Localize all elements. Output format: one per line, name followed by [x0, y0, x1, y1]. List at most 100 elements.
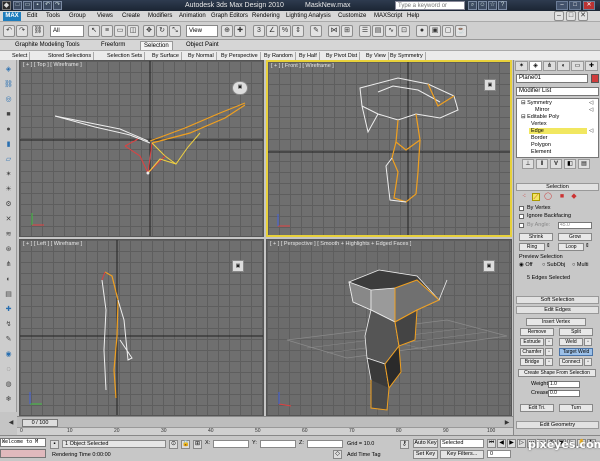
layer-manager-icon[interactable]: ☰ [359, 25, 371, 37]
vertex-mode-icon[interactable]: ⁖ [520, 193, 528, 201]
schematic-view-icon[interactable]: ⊡ [398, 25, 410, 37]
light-bulb-icon[interactable]: ◁ [589, 107, 593, 113]
key-filters-button[interactable]: Key Filters... [440, 450, 484, 459]
scale-icon[interactable]: ⤡ [169, 25, 181, 37]
named-selection-icon[interactable]: ✎ [310, 25, 322, 37]
isolate-selection-icon[interactable]: ⊙ [169, 440, 178, 449]
selection-filter-dropdown[interactable]: All [50, 25, 84, 37]
sphere-icon[interactable]: ● [3, 124, 14, 135]
window-crossing-icon[interactable]: ◫ [127, 25, 139, 37]
x-coordinate-field[interactable] [213, 440, 249, 448]
connect-button[interactable]: Connect [559, 358, 583, 366]
display-tab-icon[interactable]: ▭ [571, 61, 584, 71]
time-tag-icon[interactable]: ◇ [333, 450, 342, 459]
ribbon-by-surface[interactable]: By Surface [150, 52, 182, 60]
stack-item-border[interactable]: Border [531, 135, 548, 141]
stack-item-polygon[interactable]: Polygon [531, 142, 551, 148]
link-icon[interactable]: ⛓ [3, 79, 14, 90]
ribbon-select[interactable]: Select [10, 52, 31, 60]
target-weld-button[interactable]: Target Weld [559, 348, 593, 356]
object-name-field[interactable]: Plane01 [516, 74, 588, 83]
ribbon-by-view[interactable]: By View [364, 52, 389, 60]
remove-modifier-icon[interactable]: ◧ [564, 159, 576, 169]
ribbon-by-symmetry[interactable]: By Symmetry [388, 52, 426, 60]
app-menu-icon[interactable]: ◆ [2, 1, 11, 10]
snap-toggle-icon[interactable]: 3 [253, 25, 265, 37]
select-object-icon[interactable]: ↖ [88, 25, 100, 37]
render-setup-icon[interactable]: ▣ [429, 25, 441, 37]
percent-snap-icon[interactable]: % [279, 25, 291, 37]
menu-maxscript[interactable]: MAXScript [374, 13, 402, 19]
ribbon-by-pivot-dist[interactable]: By Pivot Dist [324, 52, 361, 60]
plane-icon[interactable]: ▱ [3, 154, 14, 165]
bind-icon[interactable]: ◎ [3, 94, 14, 105]
align-icon[interactable]: ⊞ [341, 25, 353, 37]
stack-item-edge[interactable]: Edge [529, 128, 587, 134]
camera-icon[interactable]: ⚙ [3, 199, 14, 210]
light-bulb-icon[interactable]: ◁ [589, 128, 593, 134]
time-next-arrow-icon[interactable]: ▶ [503, 419, 511, 427]
paint-icon[interactable]: ◉ [3, 349, 14, 360]
weld-settings-button[interactable]: ▫ [584, 338, 592, 346]
select-by-name-icon[interactable]: ≡ [101, 25, 113, 37]
make-unique-icon[interactable]: ∀ [550, 159, 562, 169]
freeze-icon[interactable]: ❄ [3, 394, 14, 405]
sculpt-icon[interactable]: ✎ [3, 334, 14, 345]
tab-selection[interactable]: Selection [140, 41, 173, 50]
rendered-frame-icon[interactable]: ▢ [442, 25, 454, 37]
ribbon-by-half[interactable]: By Half [297, 52, 320, 60]
ribbon-by-perspective[interactable]: By Perspective [219, 52, 261, 60]
menu-tools[interactable]: Tools [46, 13, 60, 19]
time-prev-arrow-icon[interactable]: ◀ [7, 419, 15, 427]
by-angle-spinner[interactable]: 45.0 [558, 222, 592, 229]
maxscript-output[interactable] [0, 449, 46, 458]
menu-lighting-analysis[interactable]: Lighting Analysis [286, 13, 331, 19]
shrink-button[interactable]: Shrink [519, 233, 553, 241]
preview-subobj-radio[interactable]: ○ SubObj [542, 262, 565, 268]
create-shape-button[interactable]: Create Shape From Selection [518, 369, 596, 377]
lights-icon[interactable]: ☀ [3, 184, 14, 195]
curve-editor-icon[interactable]: ∿ [385, 25, 397, 37]
selection-lock-icon[interactable]: 🔒 [181, 440, 190, 449]
preview-multi-radio[interactable]: ○ Multi [572, 262, 588, 268]
chamfer-settings-button[interactable]: ▫ [545, 348, 553, 356]
tab-object-paint[interactable]: Object Paint [183, 41, 222, 50]
edge-mode-icon[interactable]: ⟋ [532, 193, 540, 201]
shapes-icon[interactable]: ✶ [3, 169, 14, 180]
tab-freeform[interactable]: Freeform [98, 41, 128, 50]
grow-button[interactable]: Grow [558, 233, 592, 241]
mirror-icon[interactable]: ⋈ [328, 25, 340, 37]
prev-frame-icon[interactable]: ◀ [497, 439, 506, 448]
next-frame-icon[interactable]: ▷ [517, 439, 526, 448]
configure-sets-icon[interactable]: ▤ [578, 159, 590, 169]
polygon-mode-icon[interactable]: ■ [558, 193, 566, 201]
remove-button[interactable]: Remove [520, 328, 554, 336]
menu-views[interactable]: Views [97, 13, 113, 19]
help-icon[interactable]: ? [498, 1, 507, 10]
create-tab-icon[interactable]: ✶ [515, 61, 528, 71]
split-button[interactable]: Split [559, 328, 593, 336]
modifier-list-dropdown[interactable]: Modifier List [516, 87, 599, 96]
ignore-backfacing-checkbox[interactable] [519, 214, 524, 219]
stack-item-mirror[interactable]: Mirror [535, 107, 549, 113]
cylinder-icon[interactable]: ▮ [3, 139, 14, 150]
systems-icon[interactable]: ⊛ [3, 244, 14, 255]
bridge-settings-button[interactable]: ▫ [545, 358, 553, 366]
chamfer-button[interactable]: Chamfer [520, 348, 544, 356]
track-bar[interactable]: 0 10 20 30 40 50 60 70 80 90 100 [17, 427, 513, 435]
extrude-button[interactable]: Extrude [520, 338, 544, 346]
loop-button[interactable]: Loop [558, 243, 584, 251]
doc-close-button[interactable]: ✕ [578, 11, 588, 21]
edit-tri-button[interactable]: Edit Tri. [520, 404, 554, 412]
crease-spinner[interactable]: 0.0 [548, 390, 580, 397]
tab-graphite-modeling-tools[interactable]: Graphite Modeling Tools [12, 41, 83, 50]
save-icon[interactable]: ▪ [33, 1, 42, 10]
doc-minimize-button[interactable]: – [554, 11, 564, 21]
weight-spinner[interactable]: 1.0 [548, 381, 580, 388]
rect-selection-icon[interactable]: ▭ [114, 25, 126, 37]
absolute-mode-icon[interactable]: ⊞ [193, 440, 202, 449]
menu-rendering[interactable]: Rendering [252, 13, 280, 19]
hierarchy-tab-icon[interactable]: ⋔ [543, 61, 556, 71]
hierarchy-icon[interactable]: ⋔ [3, 259, 14, 270]
light-bulb-icon[interactable]: ◁ [589, 100, 593, 106]
